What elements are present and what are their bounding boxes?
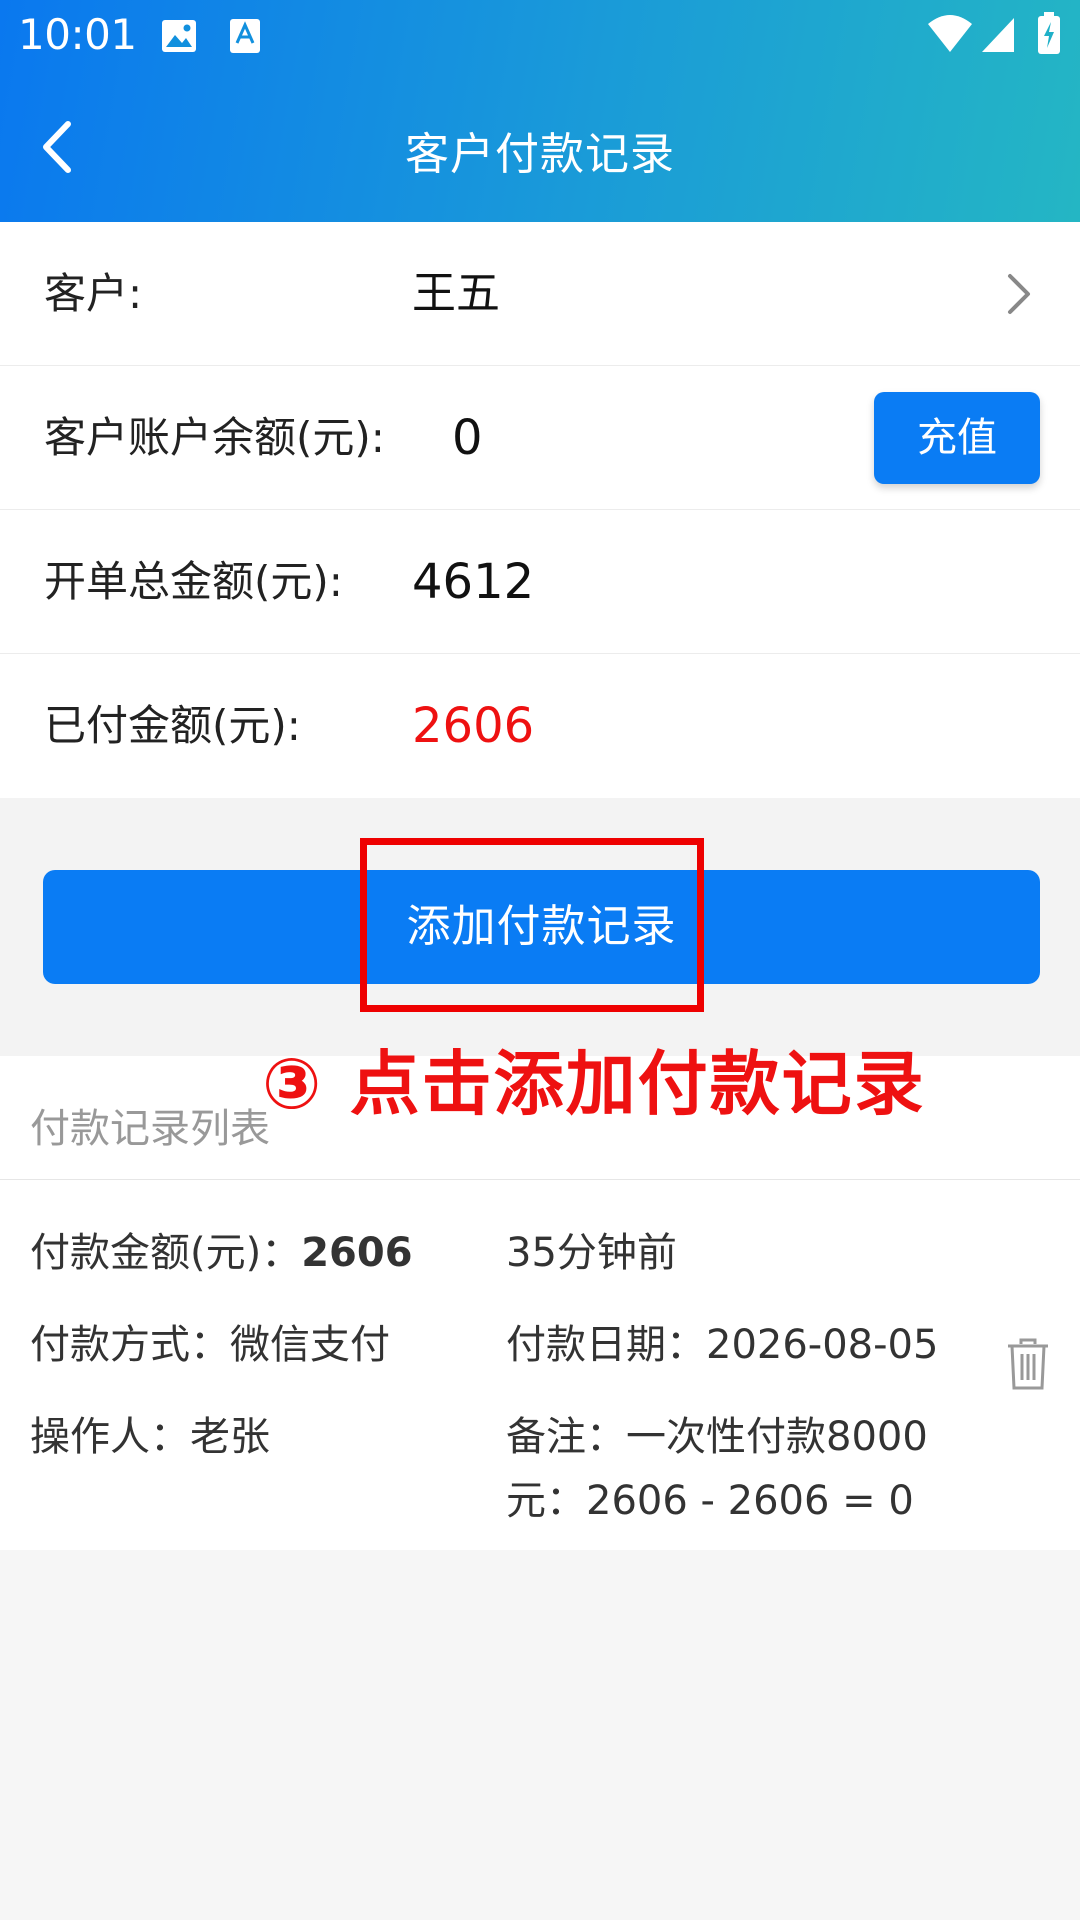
battery-icon xyxy=(1038,12,1060,54)
balance-row: 客户账户余额(元): 0 充值 xyxy=(0,366,1080,510)
status-time: 10:01 xyxy=(18,10,137,59)
total-row: 开单总金额(元): 4612 xyxy=(0,510,1080,654)
customer-value: 王五 xyxy=(412,268,500,319)
record-method: 付款方式：微信支付 xyxy=(30,1322,390,1368)
customer-label: 客户: xyxy=(44,269,143,318)
delete-record-button[interactable] xyxy=(1006,1338,1050,1390)
balance-value: 0 xyxy=(452,410,483,466)
customer-info-panel: 客户: 王五 客户账户余额(元): 0 充值 开单总金额(元): 4612 已付… xyxy=(0,222,1080,798)
image-icon xyxy=(162,20,196,52)
record-amount: 付款金额(元)：2606 xyxy=(30,1220,413,1278)
chevron-right-icon xyxy=(1008,274,1030,314)
signal-icon xyxy=(982,18,1014,52)
trash-icon xyxy=(1008,1338,1048,1390)
paid-label: 已付金额(元): xyxy=(44,701,301,750)
record-date: 付款日期：2026-08-05 xyxy=(506,1322,939,1368)
add-payment-record-button[interactable]: 添加付款记录 xyxy=(43,870,1040,984)
font-icon xyxy=(230,19,260,53)
payment-record-item: 付款金额(元)：2606 35分钟前 付款方式：微信支付 付款日期：2026-0… xyxy=(0,1180,1080,1550)
record-operator: 操作人：老张 xyxy=(30,1414,270,1460)
status-bar: 10:01 xyxy=(0,0,1080,74)
total-value: 4612 xyxy=(412,554,535,610)
record-note-line2: 元：2606 - 2606 = 0 xyxy=(506,1478,914,1524)
recharge-button[interactable]: 充值 xyxy=(874,392,1040,484)
record-time-ago: 35分钟前 xyxy=(506,1230,677,1276)
add-record-area: 添加付款记录 xyxy=(0,798,1080,1056)
page-title: 客户付款记录 xyxy=(405,129,675,180)
customer-row[interactable]: 客户: 王五 xyxy=(0,222,1080,366)
paid-row: 已付金额(元): 2606 xyxy=(0,654,1080,798)
nav-bar: 客户付款记录 xyxy=(0,74,1080,222)
record-amount-label: 付款金额(元)： xyxy=(30,1230,302,1276)
app-header: 10:01 客户付款记录 xyxy=(0,0,1080,222)
payment-list-title: 付款记录列表 xyxy=(30,1106,270,1152)
total-label: 开单总金额(元): xyxy=(44,557,343,606)
record-note-line1: 备注：一次性付款8000 xyxy=(506,1414,928,1460)
paid-value: 2606 xyxy=(412,698,535,754)
balance-label: 客户账户余额(元): xyxy=(44,413,385,462)
annotation-text: ③ 点击添加付款记录 xyxy=(262,1043,926,1125)
wifi-icon xyxy=(928,15,972,52)
record-amount-value: 2606 xyxy=(301,1230,413,1276)
page: 10:01 客户付款记录 客户: 王五 客户账户余额(元): 0 充值 开单总金… xyxy=(0,0,1080,1920)
